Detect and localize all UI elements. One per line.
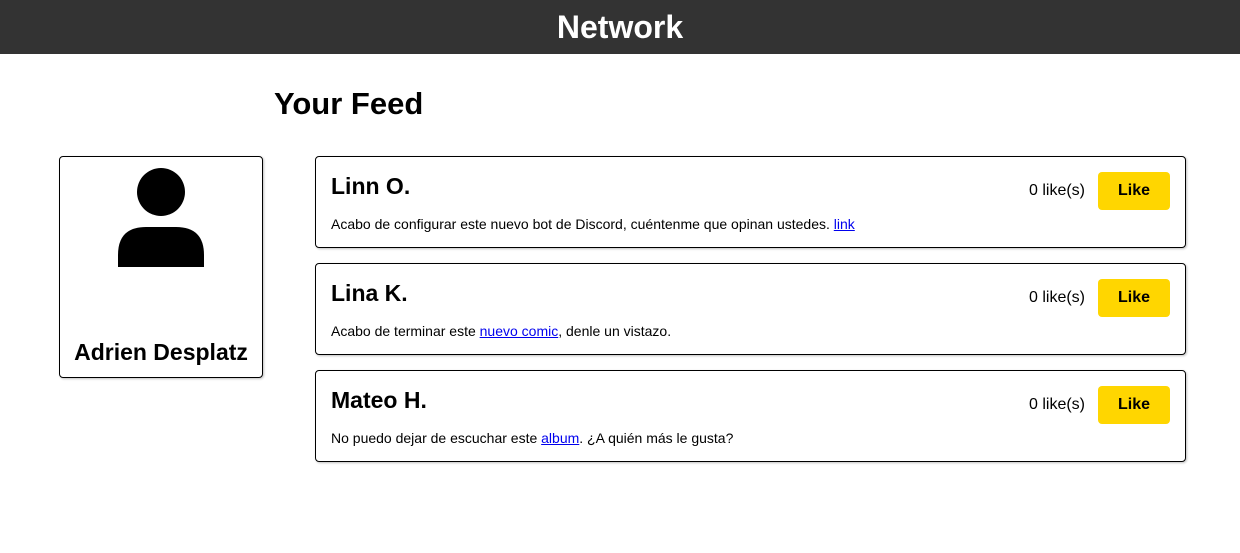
profile-name: Adrien Desplatz — [74, 339, 248, 365]
like-count: 0 like(s) — [1028, 396, 1085, 413]
feed-post: Linn O. Acabo de configurar este nuevo b… — [315, 156, 1186, 248]
post-author: Linn O. — [331, 173, 411, 199]
like-count: 0 like(s) — [1028, 289, 1085, 306]
post-link[interactable]: link — [834, 216, 855, 232]
post-text: Acabo de terminar este nuevo comic, denl… — [331, 324, 671, 338]
post-author: Mateo H. — [331, 387, 427, 413]
post-text-after: . ¿A quién más le gusta? — [579, 430, 734, 446]
profile-card: Adrien Desplatz — [59, 156, 263, 378]
post-text-after: , denle un vistazo. — [558, 323, 672, 339]
like-button[interactable]: Like — [1098, 172, 1170, 210]
post-text-before: Acabo de terminar este — [331, 323, 480, 339]
like-button[interactable]: Like — [1098, 386, 1170, 424]
like-button[interactable]: Like — [1098, 279, 1170, 317]
post-link[interactable]: album — [541, 430, 579, 446]
page-title: Your Feed — [274, 86, 424, 121]
site-title: Network — [556, 9, 684, 45]
user-avatar-icon — [118, 168, 204, 267]
post-author: Lina K. — [331, 280, 408, 306]
post-text-before: Acabo de configurar este nuevo bot de Di… — [331, 216, 834, 232]
post-text: No puedo dejar de escuchar este album. ¿… — [331, 431, 733, 445]
post-link[interactable]: nuevo comic — [480, 323, 559, 339]
feed-post: Mateo H. No puedo dejar de escuchar este… — [315, 370, 1186, 462]
like-count: 0 like(s) — [1028, 182, 1085, 199]
top-navbar: Network — [0, 0, 1240, 54]
feed-post: Lina K. Acabo de terminar este nuevo com… — [315, 263, 1186, 355]
post-text-before: No puedo dejar de escuchar este — [331, 430, 542, 446]
post-text: Acabo de configurar este nuevo bot de Di… — [331, 217, 855, 231]
